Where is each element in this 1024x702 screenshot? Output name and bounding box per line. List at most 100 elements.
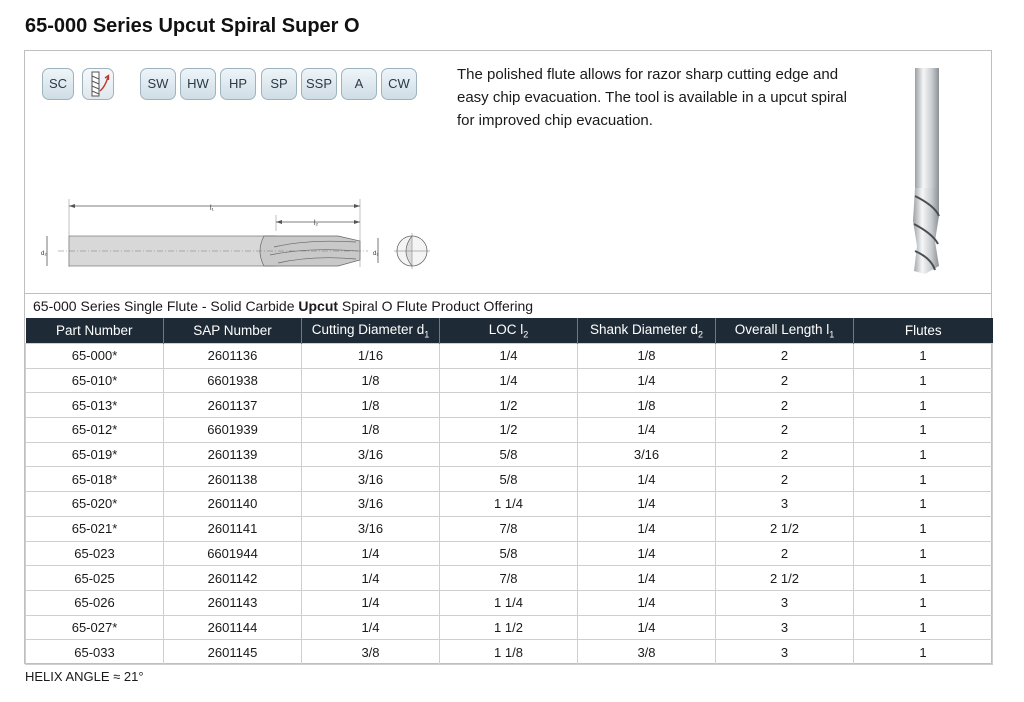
table-row: 65-012* 6601939 1/8 1/2 1/4 2 1 bbox=[25, 417, 993, 443]
cell-overall-length: 3 bbox=[715, 614, 854, 641]
cell-overall-length: 3 bbox=[715, 491, 854, 517]
cell-sap-number: 2601143 bbox=[163, 589, 302, 616]
offering-caption-bold: Upcut bbox=[298, 298, 339, 314]
cell-flutes: 1 bbox=[853, 466, 993, 493]
cell-shank-diameter: 1/4 bbox=[577, 614, 716, 641]
cell-sap-number: 2601139 bbox=[163, 441, 302, 468]
cell-shank-diameter: 1/8 bbox=[577, 392, 716, 419]
cell-overall-length: 2 bbox=[715, 466, 854, 493]
cell-sap-number: 2601138 bbox=[163, 466, 302, 493]
cell-flutes: 1 bbox=[853, 565, 993, 591]
cell-part-number: 65-012* bbox=[25, 417, 164, 443]
cell-flutes: 1 bbox=[853, 417, 993, 443]
cell-sap-number: 2601145 bbox=[163, 639, 302, 665]
cell-sap-number: 2601136 bbox=[163, 343, 302, 369]
cell-sap-number: 2601137 bbox=[163, 392, 302, 419]
cell-overall-length: 2 bbox=[715, 343, 854, 369]
cell-loc: 7/8 bbox=[439, 565, 578, 591]
cell-shank-diameter: 3/8 bbox=[577, 639, 716, 665]
cell-shank-diameter: 1/4 bbox=[577, 491, 716, 517]
badge-sp: SP bbox=[261, 68, 297, 100]
cell-cutting-diameter: 3/16 bbox=[301, 515, 440, 542]
badge-hp: HP bbox=[220, 68, 256, 100]
table-row: 65-000* 2601136 1/16 1/4 1/8 2 1 bbox=[25, 343, 993, 369]
cell-part-number: 65-000* bbox=[25, 343, 164, 369]
cell-cutting-diameter: 1/4 bbox=[301, 540, 440, 567]
table-row: 65-026 2601143 1/4 1 1/4 1/4 3 1 bbox=[25, 589, 993, 616]
cell-part-number: 65-019* bbox=[25, 441, 164, 468]
column-header-part-number: Part Number bbox=[25, 318, 164, 344]
column-header-cutting-diameter: Cutting Diameter d1 bbox=[301, 318, 440, 344]
column-header-sap-number: SAP Number bbox=[163, 318, 302, 344]
cell-cutting-diameter: 1/4 bbox=[301, 589, 440, 616]
badge-ssp: SSP bbox=[301, 68, 337, 100]
cell-cutting-diameter: 1/8 bbox=[301, 417, 440, 443]
table-row: 65-013* 2601137 1/8 1/2 1/8 2 1 bbox=[25, 392, 993, 419]
cell-shank-diameter: 1/4 bbox=[577, 367, 716, 394]
cell-loc: 7/8 bbox=[439, 515, 578, 542]
cell-shank-diameter: 1/4 bbox=[577, 515, 716, 542]
cell-flutes: 1 bbox=[853, 343, 993, 369]
cell-cutting-diameter: 1/4 bbox=[301, 614, 440, 641]
product-table: Part Number SAP Number Cutting Diameter … bbox=[25, 318, 993, 665]
cell-overall-length: 3 bbox=[715, 639, 854, 665]
table-row: 65-020* 2601140 3/16 1 1/4 1/4 3 1 bbox=[25, 491, 993, 517]
cell-overall-length: 2 1/2 bbox=[715, 515, 854, 542]
cell-flutes: 1 bbox=[853, 491, 993, 517]
cell-part-number: 65-021* bbox=[25, 515, 164, 542]
cell-sap-number: 2601142 bbox=[163, 565, 302, 591]
helix-angle-note: HELIX ANGLE ≈ 21° bbox=[25, 669, 144, 684]
column-header-shank-diameter: Shank Diameter d2 bbox=[577, 318, 716, 344]
cell-part-number: 65-025 bbox=[25, 565, 164, 591]
drawing-label-d2: d₂ bbox=[41, 251, 47, 257]
table-row: 65-023 6601944 1/4 5/8 1/4 2 1 bbox=[25, 540, 993, 567]
cell-sap-number: 2601141 bbox=[163, 515, 302, 542]
cell-part-number: 65-023 bbox=[25, 540, 164, 567]
product-description: The polished flute allows for razor shar… bbox=[457, 66, 847, 129]
cell-loc: 5/8 bbox=[439, 466, 578, 493]
cell-flutes: 1 bbox=[853, 540, 993, 567]
cell-overall-length: 2 bbox=[715, 367, 854, 394]
cell-part-number: 65-020* bbox=[25, 491, 164, 517]
table-row: 65-033 2601145 3/8 1 1/8 3/8 3 1 bbox=[25, 639, 993, 665]
cell-flutes: 1 bbox=[853, 367, 993, 394]
column-header-overall-length: Overall Length l1 bbox=[715, 318, 854, 344]
cell-shank-diameter: 1/8 bbox=[577, 343, 716, 369]
badge-cw: CW bbox=[381, 68, 417, 100]
cell-flutes: 1 bbox=[853, 515, 993, 542]
tool-photo bbox=[913, 68, 940, 274]
cell-part-number: 65-027* bbox=[25, 614, 164, 641]
cell-cutting-diameter: 1/8 bbox=[301, 367, 440, 394]
cell-shank-diameter: 1/4 bbox=[577, 565, 716, 591]
offering-caption: 65-000 Series Single Flute - Solid Carbi… bbox=[33, 298, 533, 314]
cell-flutes: 1 bbox=[853, 589, 993, 616]
cell-loc: 1 1/2 bbox=[439, 614, 578, 641]
table-header-row: Part Number SAP Number Cutting Diameter … bbox=[25, 318, 993, 344]
cell-shank-diameter: 1/4 bbox=[577, 589, 716, 616]
cell-sap-number: 2601140 bbox=[163, 491, 302, 517]
cell-sap-number: 6601944 bbox=[163, 540, 302, 567]
cell-overall-length: 2 1/2 bbox=[715, 565, 854, 591]
cell-sap-number: 6601939 bbox=[163, 417, 302, 443]
table-row: 65-025 2601142 1/4 7/8 1/4 2 1/2 1 bbox=[25, 565, 993, 591]
badge-hw: HW bbox=[180, 68, 216, 100]
cell-flutes: 1 bbox=[853, 441, 993, 468]
cell-loc: 5/8 bbox=[439, 441, 578, 468]
cell-part-number: 65-013* bbox=[25, 392, 164, 419]
cell-cutting-diameter: 1/16 bbox=[301, 343, 440, 369]
cell-shank-diameter: 1/4 bbox=[577, 417, 716, 443]
table-row: 65-010* 6601938 1/8 1/4 1/4 2 1 bbox=[25, 367, 993, 394]
cell-sap-number: 2601144 bbox=[163, 614, 302, 641]
cell-loc: 1/2 bbox=[439, 392, 578, 419]
table-row: 65-027* 2601144 1/4 1 1/2 1/4 3 1 bbox=[25, 614, 993, 641]
cell-flutes: 1 bbox=[853, 392, 993, 419]
table-row: 65-019* 2601139 3/16 5/8 3/16 2 1 bbox=[25, 441, 993, 468]
offering-caption-prefix: 65-000 Series Single Flute - Solid Carbi… bbox=[33, 298, 299, 314]
cell-cutting-diameter: 3/16 bbox=[301, 491, 440, 517]
table-body: 65-000* 2601136 1/16 1/4 1/8 2 1 65-010* 6601938… bbox=[25, 343, 993, 665]
cell-overall-length: 2 bbox=[715, 441, 854, 468]
drawing-label-l1: l₁ bbox=[210, 205, 215, 212]
cell-cutting-diameter: 3/8 bbox=[301, 639, 440, 665]
cell-flutes: 1 bbox=[853, 614, 993, 641]
cell-loc: 1 1/8 bbox=[439, 639, 578, 665]
